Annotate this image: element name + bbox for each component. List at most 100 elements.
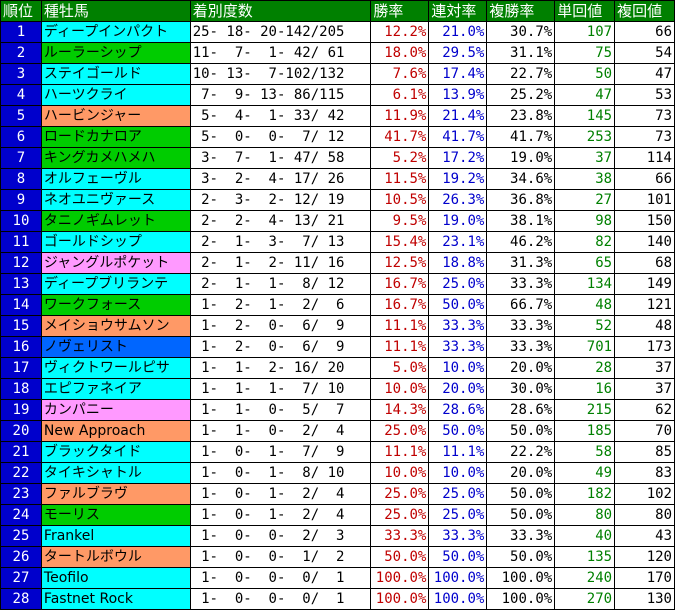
sire-cell: オルフェーヴル — [41, 169, 190, 189]
record-cell: 1- 1- 0- 5/ 7 — [190, 400, 371, 420]
place-return-cell: 48 — [615, 316, 674, 336]
sire-cell: Fastnet Rock — [41, 589, 190, 609]
record-cell: 1- 0- 1- 7/ 9 — [190, 442, 371, 462]
place-return-cell: 37 — [615, 358, 674, 378]
header-row: 順位 種牡馬 着別度数 勝率 連対率 複勝率 単回値 複回値 — [1, 1, 674, 21]
place3-rate-cell: 20.0% — [487, 358, 555, 378]
place-return-cell: 37 — [615, 379, 674, 399]
record-cell: 1- 0- 0- 1/ 2 — [190, 547, 371, 567]
place2-rate-cell: 25.0% — [429, 505, 487, 525]
win-return-cell: 16 — [555, 379, 615, 399]
place3-rate-cell: 31.3% — [487, 253, 555, 273]
place-return-cell: 114 — [615, 148, 674, 168]
sire-stats-table: 順位 種牡馬 着別度数 勝率 連対率 複勝率 単回値 複回値 1 ディープインパク… — [0, 0, 675, 610]
win-return-cell: 28 — [555, 358, 615, 378]
win-return-cell: 65 — [555, 253, 615, 273]
place3-rate-cell: 19.0% — [487, 148, 555, 168]
place-return-cell: 173 — [615, 337, 674, 357]
place3-rate-cell: 23.8% — [487, 106, 555, 126]
rank-cell: 9 — [1, 190, 41, 210]
win-return-cell: 47 — [555, 85, 615, 105]
place2-rate-cell: 10.0% — [429, 463, 487, 483]
table-row: 18 エピファネイア 1- 1- 1- 7/ 10 10.0% 20.0% 30.0% 1… — [1, 379, 674, 399]
rank-cell: 12 — [1, 253, 41, 273]
win-rate-cell: 5.2% — [371, 148, 429, 168]
place-return-cell: 73 — [615, 127, 674, 147]
place3-rate-cell: 50.0% — [487, 505, 555, 525]
place-return-cell: 43 — [615, 526, 674, 546]
rank-cell: 22 — [1, 463, 41, 483]
place2-rate-cell: 33.3% — [429, 526, 487, 546]
table-row: 20 New Approach 1- 1- 0- 2/ 4 25.0% 50.0% 50… — [1, 421, 674, 441]
win-return-cell: 253 — [555, 127, 615, 147]
rank-cell: 1 — [1, 22, 41, 42]
sire-cell: メイショウサムソン — [41, 316, 190, 336]
win-return-cell: 135 — [555, 547, 615, 567]
sire-cell: Frankel — [41, 526, 190, 546]
record-cell: 1- 1- 2- 16/ 20 — [190, 358, 371, 378]
place2-rate-cell: 50.0% — [429, 547, 487, 567]
rank-cell: 18 — [1, 379, 41, 399]
table-row: 23 ファルブラヴ 1- 0- 1- 2/ 4 25.0% 25.0% 50.0% 182… — [1, 484, 674, 504]
win-rate-cell: 25.0% — [371, 484, 429, 504]
record-cell: 2- 2- 4- 13/ 21 — [190, 211, 371, 231]
win-return-cell: 80 — [555, 505, 615, 525]
win-rate-cell: 10.0% — [371, 379, 429, 399]
place3-rate-cell: 38.1% — [487, 211, 555, 231]
sire-cell: New Approach — [41, 421, 190, 441]
table-row: 25 Frankel 1- 0- 0- 2/ 3 33.3% 33.3% 33.3% 40… — [1, 526, 674, 546]
rank-cell: 21 — [1, 442, 41, 462]
place-return-cell: 130 — [615, 589, 674, 609]
place3-rate-cell: 31.1% — [487, 43, 555, 63]
place3-rate-cell: 30.7% — [487, 22, 555, 42]
header-place3-rate: 複勝率 — [487, 1, 555, 21]
win-rate-cell: 12.2% — [371, 22, 429, 42]
table-row: 2 ルーラーシップ 11- 7- 1- 42/ 61 18.0% 29.5% 31.1% 7… — [1, 43, 674, 63]
place3-rate-cell: 33.3% — [487, 316, 555, 336]
rank-cell: 10 — [1, 211, 41, 231]
place3-rate-cell: 25.2% — [487, 85, 555, 105]
place2-rate-cell: 10.0% — [429, 358, 487, 378]
table-row: 26 タートルボウル 1- 0- 0- 1/ 2 50.0% 50.0% 50.0% 13… — [1, 547, 674, 567]
record-cell: 1- 2- 0- 6/ 9 — [190, 316, 371, 336]
place-return-cell: 101 — [615, 190, 674, 210]
record-cell: 3- 2- 4- 17/ 26 — [190, 169, 371, 189]
rank-cell: 19 — [1, 400, 41, 420]
place3-rate-cell: 66.7% — [487, 295, 555, 315]
header-record: 着別度数 — [190, 1, 371, 21]
record-cell: 10- 13- 7-102/132 — [190, 64, 371, 84]
record-cell: 1- 1- 1- 7/ 10 — [190, 379, 371, 399]
rank-cell: 6 — [1, 127, 41, 147]
place3-rate-cell: 36.8% — [487, 190, 555, 210]
place2-rate-cell: 50.0% — [429, 295, 487, 315]
place2-rate-cell: 33.3% — [429, 316, 487, 336]
place2-rate-cell: 11.1% — [429, 442, 487, 462]
rank-cell: 17 — [1, 358, 41, 378]
table-row: 22 タイキシャトル 1- 0- 1- 8/ 10 10.0% 10.0% 20.0% 4… — [1, 463, 674, 483]
place3-rate-cell: 20.0% — [487, 463, 555, 483]
win-rate-cell: 9.5% — [371, 211, 429, 231]
table-row: 8 オルフェーヴル 3- 2- 4- 17/ 26 11.5% 19.2% 34.6% 3… — [1, 169, 674, 189]
sire-cell: ハーツクライ — [41, 85, 190, 105]
place3-rate-cell: 34.6% — [487, 169, 555, 189]
record-cell: 11- 7- 1- 42/ 61 — [190, 43, 371, 63]
win-return-cell: 215 — [555, 400, 615, 420]
win-return-cell: 75 — [555, 43, 615, 63]
table-row: 24 モーリス 1- 0- 1- 2/ 4 25.0% 25.0% 50.0% 80 80 — [1, 505, 674, 525]
sire-cell: タイキシャトル — [41, 463, 190, 483]
table-row: 10 タニノギムレット 2- 2- 4- 13/ 21 9.5% 19.0% 38.1%… — [1, 211, 674, 231]
place-return-cell: 66 — [615, 169, 674, 189]
table-row: 16 ノヴェリスト 1- 2- 0- 6/ 9 11.1% 33.3% 33.3% 701… — [1, 337, 674, 357]
record-cell: 2- 1- 1- 8/ 12 — [190, 274, 371, 294]
table-row: 6 ロードカナロア 5- 0- 0- 7/ 12 41.7% 41.7% 41.7% 25… — [1, 127, 674, 147]
record-cell: 7- 9- 13- 86/115 — [190, 85, 371, 105]
sire-cell: ルーラーシップ — [41, 43, 190, 63]
sire-cell: ステイゴールド — [41, 64, 190, 84]
record-cell: 5- 0- 0- 7/ 12 — [190, 127, 371, 147]
table-row: 12 ジャングルポケット 2- 1- 2- 11/ 16 12.5% 18.8% 31.… — [1, 253, 674, 273]
record-cell: 5- 4- 1- 33/ 42 — [190, 106, 371, 126]
place3-rate-cell: 50.0% — [487, 547, 555, 567]
rank-cell: 25 — [1, 526, 41, 546]
place-return-cell: 80 — [615, 505, 674, 525]
table-row: 14 ワークフォース 1- 2- 1- 2/ 6 16.7% 50.0% 66.7% 48… — [1, 295, 674, 315]
